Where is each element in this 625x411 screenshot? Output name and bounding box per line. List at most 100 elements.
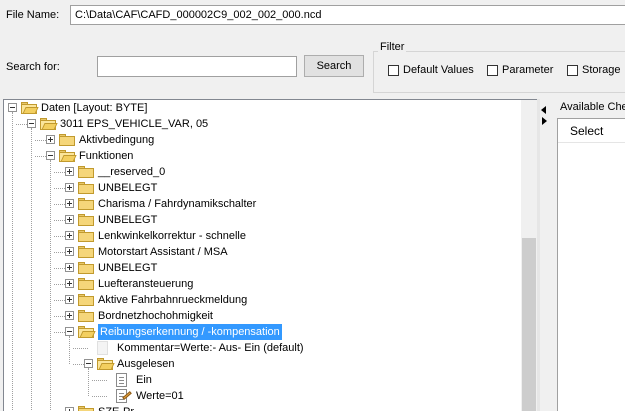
tree-node[interactable]: Motorstart Assistant / MSA [4, 244, 524, 260]
tree-node-label: Charisma / Fahrdynamikschalter [98, 198, 257, 210]
select-column-header[interactable]: Select [558, 119, 625, 143]
tree-node-label: Kommentar=Werte:- Aus- Ein (default) [117, 342, 304, 354]
tree-node[interactable]: Aktivbedingung [4, 132, 524, 148]
folder-icon [78, 310, 94, 322]
tree-node[interactable]: UNBELEGT [4, 260, 524, 276]
tree-node[interactable]: Ein [4, 372, 524, 388]
folder-open-icon [21, 102, 39, 114]
edit-document-icon [116, 389, 132, 403]
folder-icon [59, 134, 75, 146]
available-checks-title: Available Che [560, 101, 625, 113]
tree-node-label: __reserved_0 [98, 166, 166, 178]
collapse-minus-icon[interactable] [27, 119, 36, 128]
tree-node[interactable]: Charisma / Fahrdynamikschalter [4, 196, 524, 212]
collapse-minus-icon[interactable] [65, 327, 74, 336]
expand-plus-icon[interactable] [65, 199, 74, 208]
file-name-label: File Name: [6, 9, 60, 21]
folder-icon [78, 406, 94, 411]
tree-node[interactable]: Aktive Fahrbahnrueckmeldung [4, 292, 524, 308]
folder-icon [78, 278, 94, 290]
folder-open-icon [97, 358, 115, 370]
expand-plus-icon[interactable] [65, 231, 74, 240]
tree-node-label: Motorstart Assistant / MSA [98, 246, 228, 258]
default-values-label: Default Values [403, 64, 474, 76]
tree-node[interactable]: Funktionen [4, 148, 524, 164]
file-name-field[interactable]: C:\Data\CAF\CAFD_000002C9_002_002_000.nc… [70, 5, 625, 25]
available-checks-panel: Available Che Select [540, 99, 625, 411]
tree-node-label: Aktivbedingung [79, 134, 155, 146]
tree-node-label: Funktionen [79, 150, 134, 162]
search-label: Search for: [6, 61, 60, 73]
tree-connector-line [73, 348, 88, 349]
tree-node[interactable]: SZE-Pr... [4, 404, 524, 411]
tree-node-label: Ausgelesen [117, 358, 175, 370]
tree-node-label: Ein [136, 374, 152, 386]
expand-plus-icon[interactable] [65, 311, 74, 320]
tree-node-label: Lenkwinkelkorrektur - schnelle [98, 230, 246, 242]
tree-node-label: Daten [Layout: BYTE] [41, 102, 148, 114]
default-values-check-box[interactable] [388, 65, 399, 76]
tree-node-label: Luefteransteuerung [98, 278, 194, 290]
tree-node[interactable]: Kommentar=Werte:- Aus- Ein (default) [4, 340, 524, 356]
tree-node-label: Reibungserkennung / -kompensation [98, 324, 282, 340]
tree-node[interactable]: Reibungserkennung / -kompensation [4, 324, 524, 340]
folder-icon [78, 182, 94, 194]
tree-node[interactable]: Ausgelesen [4, 356, 524, 372]
parameter-check-box[interactable] [487, 65, 498, 76]
expand-plus-icon[interactable] [65, 167, 74, 176]
document-icon [116, 373, 127, 387]
folder-icon [78, 214, 94, 226]
tree-node[interactable]: UNBELEGT [4, 212, 524, 228]
tree-vertical-scrollbar[interactable] [521, 100, 537, 411]
tree-node-label: SZE-Pr... [98, 404, 143, 411]
tree-connector-line [92, 380, 107, 381]
tree-node-label: 3011 EPS_VEHICLE_VAR, 05 [60, 118, 209, 130]
expand-plus-icon[interactable] [65, 407, 74, 411]
tree-node-label: Werte=01 [136, 390, 184, 402]
search-input[interactable] [97, 56, 297, 77]
available-checks-grid[interactable]: Select [557, 118, 625, 411]
blank-doc-icon [97, 341, 108, 355]
folder-icon [78, 230, 94, 242]
tree-node[interactable]: Werte=01 [4, 388, 524, 404]
scrollbar-thumb[interactable] [522, 238, 536, 411]
tree-node-label: UNBELEGT [98, 262, 158, 274]
filter-title: Filter [378, 41, 407, 53]
expand-plus-icon[interactable] [65, 247, 74, 256]
folder-icon [78, 294, 94, 306]
select-column-label: Select [570, 124, 604, 138]
folder-icon [78, 166, 94, 178]
collapse-minus-icon[interactable] [46, 151, 55, 160]
tree-node[interactable]: Daten [Layout: BYTE] [4, 100, 524, 116]
tree-node[interactable]: 3011 EPS_VEHICLE_VAR, 05 [4, 116, 524, 132]
collapse-minus-icon[interactable] [84, 359, 93, 368]
data-tree[interactable]: Daten [Layout: BYTE] 3011 EPS_VEHICLE_VAR… [3, 99, 537, 411]
tree-node[interactable]: UNBELEGT [4, 180, 524, 196]
expand-plus-icon[interactable] [65, 183, 74, 192]
tree-node-label: Aktive Fahrbahnrueckmeldung [98, 294, 248, 306]
folder-open-icon [59, 150, 77, 162]
parameter-label: Parameter [502, 64, 554, 76]
expand-plus-icon[interactable] [46, 135, 55, 144]
folder-icon [78, 262, 94, 274]
expand-plus-icon[interactable] [65, 215, 74, 224]
folder-open-icon [78, 326, 96, 338]
folder-open-icon [40, 118, 58, 130]
tree-node[interactable]: Luefteransteuerung [4, 276, 524, 292]
tree-connector-line [92, 396, 107, 397]
storage-check-box[interactable] [567, 65, 578, 76]
collapse-minus-icon[interactable] [8, 103, 17, 112]
expand-right-arrow-icon[interactable] [540, 115, 548, 129]
tree-node-label: Bordnetzhochohmigkeit [98, 310, 213, 322]
tree-node[interactable]: Lenkwinkelkorrektur - schnelle [4, 228, 524, 244]
folder-icon [78, 246, 94, 258]
tree-node-label: UNBELEGT [98, 214, 158, 226]
expand-plus-icon[interactable] [65, 295, 74, 304]
expand-plus-icon[interactable] [65, 263, 74, 272]
tree-node[interactable]: __reserved_0 [4, 164, 524, 180]
storage-label: Storage [582, 64, 621, 76]
search-button[interactable]: Search [304, 55, 364, 77]
tree-node-label: UNBELEGT [98, 182, 158, 194]
expand-plus-icon[interactable] [65, 279, 74, 288]
tree-node[interactable]: Bordnetzhochohmigkeit [4, 308, 524, 324]
